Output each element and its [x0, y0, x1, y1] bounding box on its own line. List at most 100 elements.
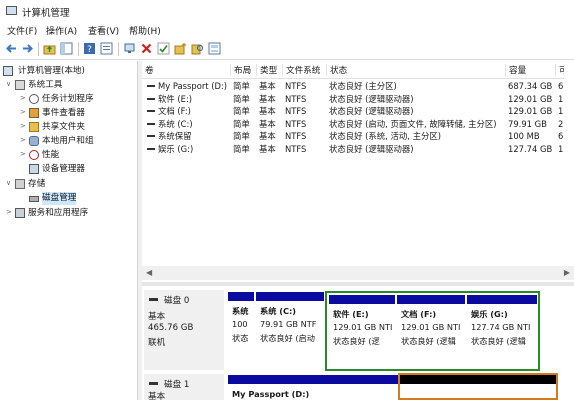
tree-item-label: 系统工具	[28, 80, 63, 90]
device-manager-icon	[29, 164, 39, 174]
tree-item-task-scheduler[interactable]: > 任务计划程序	[20, 93, 136, 106]
help-icon[interactable]: ?	[83, 42, 96, 55]
menu-action[interactable]: 操作(A)	[46, 24, 77, 37]
chevron-down-icon[interactable]: ∨	[6, 80, 14, 88]
cell-status: 状态良好 (逻辑驱动器)	[329, 93, 414, 104]
partition-size: 100	[232, 319, 248, 329]
new-folder-icon[interactable]	[174, 42, 187, 55]
column-header-filesystem[interactable]: 文件系统	[282, 64, 328, 76]
disk-0-type: 基本	[148, 312, 166, 322]
computer-management-icon	[6, 6, 17, 15]
show-hide-tree-icon[interactable]	[60, 42, 73, 55]
search-folder-icon[interactable]	[191, 42, 204, 55]
forward-arrow-icon[interactable]	[21, 42, 34, 55]
tools-icon	[15, 80, 25, 90]
disk-0-info[interactable]: 磁盘 0 基本 465.76 GB 联机	[144, 290, 224, 370]
back-arrow-icon[interactable]	[5, 42, 18, 55]
tree-item-storage[interactable]: ∨ 存储	[6, 178, 136, 191]
partition-f[interactable]: 文档 (F:) 129.01 GB NTI 状态良好 (逻辑	[397, 295, 465, 367]
column-header-status[interactable]: 状态	[326, 64, 506, 76]
tree-item-local-users[interactable]: > 本地用户和组	[20, 135, 136, 148]
disk-0-state: 联机	[148, 338, 166, 348]
scroll-left-arrow-icon[interactable]: ◀	[146, 268, 152, 277]
menu-help[interactable]: 帮助(H)	[129, 24, 161, 37]
disk-0-size: 465.76 GB	[148, 323, 194, 333]
cell-filesystem: NTFS	[285, 143, 307, 154]
partition-g[interactable]: 娱乐 (G:) 127.74 GB NTI 状态良好 (逻辑	[467, 295, 537, 367]
partition-d[interactable]: My Passport (D:)	[228, 375, 398, 400]
partition-system-reserved[interactable]: 系统 100 状态	[228, 292, 254, 370]
cell-status: 状态良好 (逻辑驱动器)	[329, 143, 414, 154]
table-row[interactable]: 娱乐 (G:)简单基本NTFS状态良好 (逻辑驱动器)127.74 GB12	[142, 143, 574, 155]
cell-layout: 简单	[233, 106, 250, 116]
chevron-right-icon[interactable]: >	[20, 94, 28, 102]
chevron-right-icon[interactable]: >	[20, 150, 28, 158]
chevron-right-icon[interactable]: >	[20, 108, 28, 116]
tree-item-services[interactable]: > 服务和应用程序	[6, 207, 136, 220]
table-row[interactable]: My Passport (D:) 简单 基本 NTFS 状态良好 (主分区) 687.34…	[142, 80, 574, 92]
table-row[interactable]: 软件 (E:)简单基本NTFS状态良好 (逻辑驱动器)129.01 GB12	[142, 93, 574, 105]
column-header-capacity[interactable]: 容量	[505, 64, 556, 76]
tree-item-root[interactable]: 计算机管理(本地)	[0, 65, 138, 78]
format-icon[interactable]	[208, 42, 221, 55]
menu-view[interactable]: 查看(V)	[88, 24, 119, 37]
tree-item-performance[interactable]: > 性能	[20, 149, 136, 162]
chevron-down-icon[interactable]: ∨	[6, 179, 14, 187]
selected-region[interactable]	[398, 373, 558, 400]
toolbar-separator	[38, 42, 39, 56]
up-folder-icon[interactable]	[43, 42, 56, 55]
event-viewer-icon	[29, 108, 39, 118]
disk-1-name: 磁盘 1	[164, 380, 190, 390]
tree-item-event-viewer[interactable]: > 事件查看器	[20, 107, 136, 120]
chevron-right-icon[interactable]: >	[20, 136, 28, 144]
chevron-right-icon[interactable]: >	[20, 122, 28, 130]
cell-layout: 简单	[233, 131, 250, 141]
horizontal-scrollbar[interactable]: ◀ ▶	[142, 266, 574, 280]
tree-item-shared-folders[interactable]: > 共享文件夹	[20, 121, 136, 134]
disk-icon	[29, 196, 39, 202]
column-header-volume[interactable]: 卷	[142, 64, 229, 76]
tree-item-label: 事件查看器	[42, 108, 85, 118]
title-bar: 计算机管理	[0, 0, 574, 22]
cell-layout: 简单	[233, 81, 250, 91]
toolbar: ?	[0, 38, 574, 60]
toolbar-separator	[78, 42, 79, 56]
cell-layout: 简单	[233, 143, 250, 154]
delete-x-icon[interactable]	[140, 42, 153, 55]
disk-1-info[interactable]: 磁盘 1 基本	[144, 374, 224, 402]
column-header-type[interactable]: 类型	[256, 64, 282, 76]
partition-e[interactable]: 软件 (E:) 129.01 GB NTI 状态良好 (逻	[329, 295, 395, 367]
tree-item-label: 共享文件夹	[42, 122, 85, 132]
volume-icon	[147, 135, 155, 137]
primary-partition-bar	[228, 375, 398, 384]
cell-capacity: 129.01 GB	[508, 93, 553, 104]
primary-partition-bar	[228, 292, 254, 301]
properties-icon[interactable]	[100, 42, 113, 55]
column-header-layout[interactable]: 布局	[230, 64, 256, 76]
tree-item-disk-management[interactable]: 磁盘管理	[20, 192, 136, 205]
logical-drive-bar	[467, 295, 537, 304]
table-row[interactable]: 文档 (F:)简单基本NTFS状态良好 (逻辑驱动器)129.01 GB12	[142, 105, 574, 117]
cell-volume: 娱乐 (G:)	[158, 143, 194, 154]
logical-drive-bar	[329, 295, 395, 304]
menu-file[interactable]: 文件(F)	[7, 24, 37, 37]
cell-filesystem: NTFS	[285, 106, 307, 116]
partition-c[interactable]: 系统 (C:) 79.91 GB NTF 状态良好 (启动	[256, 292, 324, 370]
check-icon[interactable]	[157, 42, 170, 55]
tree-item-system-tools[interactable]: ∨ 系统工具	[6, 79, 136, 92]
partition-name: 系统	[232, 306, 249, 316]
connect-icon[interactable]	[123, 42, 136, 55]
table-row[interactable]: 系统保留简单基本NTFS状态良好 (系统, 活动, 主分区)100 MB68	[142, 130, 574, 142]
toolbar-separator	[118, 42, 119, 56]
scroll-right-arrow-icon[interactable]: ▶	[564, 268, 570, 277]
tree-item-device-manager[interactable]: 设备管理器	[20, 163, 136, 176]
svg-text:?: ?	[87, 45, 92, 55]
cell-capacity: 687.34 GB	[508, 81, 553, 91]
table-row[interactable]: 系统 (C:) 简单 基本 NTFS 状态良好 (启动, 页面文件, 故障转储, 主分区…	[142, 118, 574, 130]
services-icon	[15, 208, 25, 218]
chevron-right-icon[interactable]: >	[6, 208, 14, 216]
cell-status: 状态良好 (逻辑驱动器)	[329, 106, 414, 116]
cell-status: 状态良好 (系统, 活动, 主分区)	[329, 131, 441, 141]
volume-icon	[147, 122, 155, 125]
cell-capacity: 79.91 GB	[508, 118, 547, 129]
